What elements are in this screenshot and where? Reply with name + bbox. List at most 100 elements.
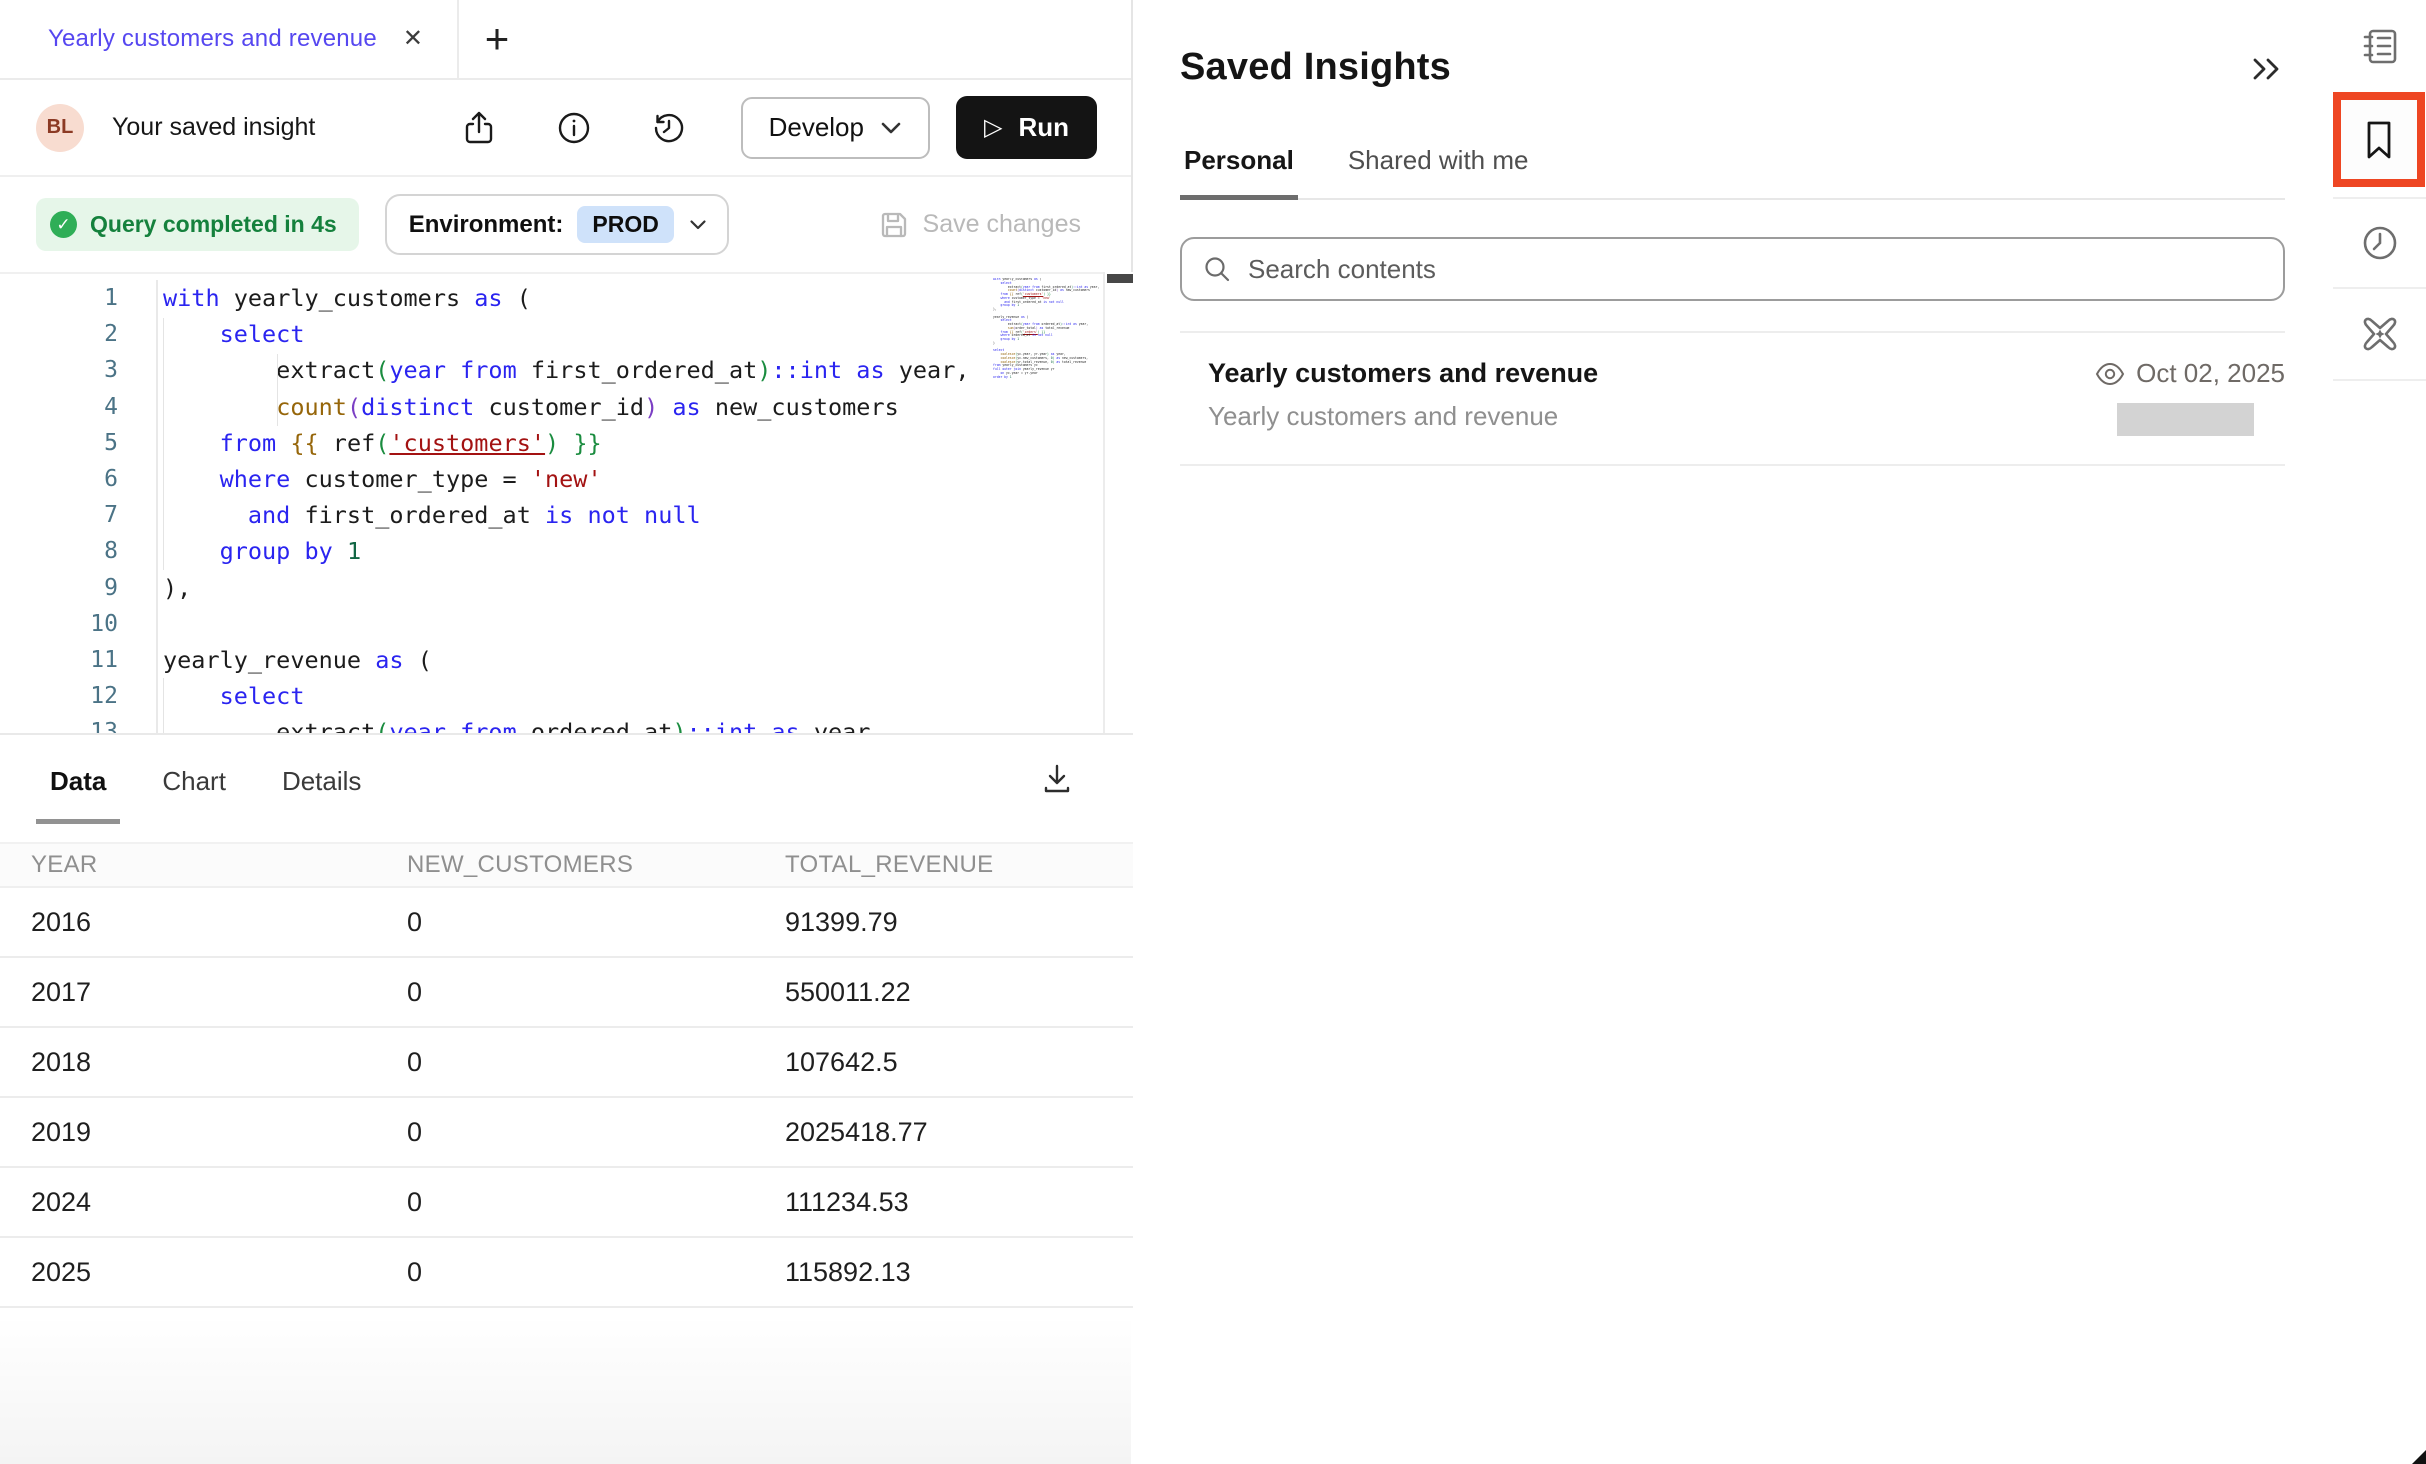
table-cell: 2016 xyxy=(31,907,407,938)
share-icon xyxy=(460,109,498,147)
code-line: extract(year from first_ordered_at)::int… xyxy=(163,352,993,388)
code-editor[interactable]: 12345678910111213 with yearly_customers … xyxy=(0,272,1133,733)
table-cell: 0 xyxy=(407,1047,785,1078)
results-table-body: 2016091399.7920170550011.2220180107642.5… xyxy=(0,888,1133,1308)
table-row: 20240111234.53 xyxy=(0,1168,1133,1238)
column-header-total-revenue: TOTAL_REVENUE xyxy=(785,851,1133,879)
code-line: extract(year from ordered_at)::int as ye… xyxy=(163,714,993,733)
history-icon xyxy=(650,109,688,147)
eye-icon xyxy=(2095,362,2125,386)
insight-item-bottom-row: Yearly customers and revenue xyxy=(1208,401,2285,436)
results-tab-bar: Data Chart Details xyxy=(0,735,1133,828)
code-line: ), xyxy=(163,570,993,606)
environment-label: Environment: xyxy=(409,211,564,239)
editor-code[interactable]: with yearly_customers as ( select extrac… xyxy=(163,280,993,733)
table-cell: 0 xyxy=(407,907,785,938)
line-number: 11 xyxy=(0,642,118,678)
tab-details[interactable]: Details xyxy=(268,735,375,828)
tab-title: Yearly customers and revenue xyxy=(48,25,377,53)
table-row: 20170550011.22 xyxy=(0,958,1133,1028)
line-number: 10 xyxy=(0,606,118,642)
download-button[interactable] xyxy=(1039,761,1075,802)
list-item-yearly-customers-and-revenue[interactable]: Yearly customers and revenue Oct 02, 202… xyxy=(1180,333,2285,466)
line-number: 6 xyxy=(0,461,118,497)
chevron-down-icon xyxy=(689,219,707,231)
collapse-panel-button[interactable] xyxy=(2251,56,2285,82)
table-cell: 2017 xyxy=(31,977,407,1008)
info-icon xyxy=(555,109,593,147)
table-cell: 2025 xyxy=(31,1257,407,1288)
tab-chart[interactable]: Chart xyxy=(148,735,240,828)
tab-personal[interactable]: Personal xyxy=(1180,145,1298,198)
code-line: with yearly_customers as ( xyxy=(163,280,993,316)
indent-guide xyxy=(163,678,164,733)
query-status-text: Query completed in 4s xyxy=(90,211,337,238)
column-header-year: YEAR xyxy=(31,851,407,879)
environment-dropdown[interactable]: Environment: PROD xyxy=(385,194,729,255)
tab-yearly-customers-and-revenue[interactable]: Yearly customers and revenue ✕ xyxy=(0,0,459,78)
app-window: Yearly customers and revenue ✕ + BL Your… xyxy=(0,0,2426,1464)
insight-header: BL Your saved insight xyxy=(0,80,1131,177)
code-line: yearly_revenue as ( xyxy=(163,642,993,678)
resize-corner xyxy=(2412,1450,2426,1464)
code-line: where customer_type = 'new' xyxy=(163,461,993,497)
results-panel: Data Chart Details YEAR NEW_CUSTOMERS TO… xyxy=(0,733,1133,1464)
tab-shared-with-me[interactable]: Shared with me xyxy=(1344,145,1533,198)
table-cell: 111234.53 xyxy=(785,1187,1133,1218)
integrations-rail-button[interactable] xyxy=(2333,289,2426,379)
line-number: 8 xyxy=(0,533,118,569)
double-chevron-right-icon xyxy=(2251,56,2285,82)
line-number: 1 xyxy=(0,280,118,316)
table-cell: 107642.5 xyxy=(785,1047,1133,1078)
share-button[interactable] xyxy=(449,98,509,158)
minimap-content: with yearly_customers as ( select extrac… xyxy=(993,278,1103,379)
code-line: select xyxy=(163,678,993,714)
run-label: Run xyxy=(1018,112,1069,143)
save-changes-button[interactable]: Save changes xyxy=(878,209,1081,241)
line-number: 5 xyxy=(0,425,118,461)
line-number: 4 xyxy=(0,389,118,425)
save-icon xyxy=(878,209,910,241)
indent-guide xyxy=(163,318,164,570)
insight-title: Your saved insight xyxy=(112,113,315,142)
code-line xyxy=(163,606,993,642)
table-cell: 115892.13 xyxy=(785,1257,1133,1288)
panel-title: Saved Insights xyxy=(1180,46,1451,89)
table-cell: 2019 xyxy=(31,1117,407,1148)
editor-minimap[interactable]: with yearly_customers as ( select extrac… xyxy=(993,278,1103,730)
table-cell: 91399.79 xyxy=(785,907,1133,938)
indent-guide xyxy=(277,354,278,426)
history-rail-button[interactable] xyxy=(2333,199,2426,287)
insight-item-meta: Oct 02, 2025 xyxy=(2095,358,2285,389)
insight-item-subtitle: Yearly customers and revenue xyxy=(1208,401,1558,432)
develop-dropdown[interactable]: Develop xyxy=(741,97,930,159)
check-circle-icon: ✓ xyxy=(50,211,77,238)
close-tab-icon[interactable]: ✕ xyxy=(403,27,423,51)
insight-item-title: Yearly customers and revenue xyxy=(1208,358,1598,389)
table-cell: 2025418.77 xyxy=(785,1117,1133,1148)
code-line: count(distinct customer_id) as new_custo… xyxy=(163,389,993,425)
tab-data[interactable]: Data xyxy=(36,735,120,828)
run-button[interactable]: ▷ Run xyxy=(956,96,1097,159)
saved-insights-rail-button[interactable] xyxy=(2333,92,2425,187)
notebook-button[interactable] xyxy=(2333,0,2426,92)
table-cell: 550011.22 xyxy=(785,977,1133,1008)
info-button[interactable] xyxy=(544,98,604,158)
history-button[interactable] xyxy=(639,98,699,158)
table-row: 201902025418.77 xyxy=(0,1098,1133,1168)
tab-bar: Yearly customers and revenue ✕ + xyxy=(0,0,1131,80)
search-box[interactable] xyxy=(1180,237,2285,301)
notebook-icon xyxy=(2359,25,2401,67)
editor-scrollbar-track[interactable] xyxy=(1103,272,1133,733)
search-input[interactable] xyxy=(1248,254,2263,285)
editor-scrollbar-thumb[interactable] xyxy=(1107,274,1133,283)
bookmark-icon xyxy=(2359,118,2399,162)
insight-list: Yearly customers and revenue Oct 02, 202… xyxy=(1180,331,2285,466)
line-number: 7 xyxy=(0,497,118,533)
insight-item-date: Oct 02, 2025 xyxy=(2136,358,2285,389)
new-tab-button[interactable]: + xyxy=(459,0,535,78)
table-row: 20180107642.5 xyxy=(0,1028,1133,1098)
clock-icon xyxy=(2359,222,2401,264)
table-cell: 2024 xyxy=(31,1187,407,1218)
code-line: order by 1 xyxy=(993,376,1103,380)
